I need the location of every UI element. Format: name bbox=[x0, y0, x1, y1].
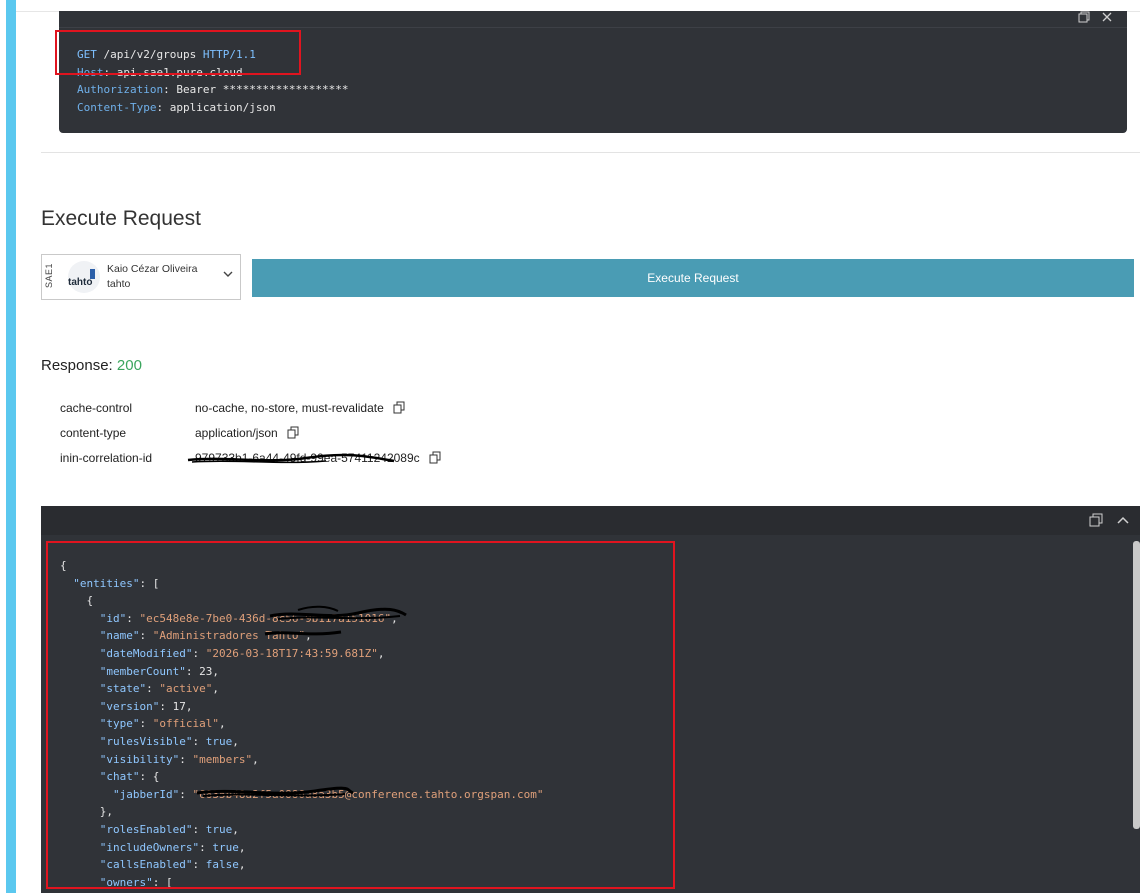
close-icon[interactable] bbox=[1101, 11, 1113, 23]
account-selector[interactable]: SAE1 tahto Kaio Cézar Oliveira tahto bbox=[41, 254, 241, 300]
chevron-down-icon bbox=[223, 271, 233, 277]
request-header-key: Content-Type bbox=[77, 100, 157, 114]
json-value: "official" bbox=[152, 717, 219, 731]
json-key: "visibility" bbox=[99, 752, 180, 766]
json-key: "dateModified" bbox=[99, 646, 193, 660]
response-header-text: no-cache, no-store, must-revalidate bbox=[195, 401, 384, 415]
response-header-key: content-type bbox=[60, 426, 127, 440]
request-path: /api/v2/groups bbox=[103, 48, 197, 61]
account-name: Kaio Cézar Oliveira bbox=[107, 263, 198, 275]
json-key: "entities" bbox=[73, 576, 140, 590]
request-header-key: Host bbox=[77, 65, 104, 79]
json-key: "chat" bbox=[99, 770, 140, 784]
json-value: "ec548e8e-7be0-436d-8c56-9b117a151016" bbox=[139, 611, 392, 625]
account-org: tahto bbox=[107, 278, 131, 290]
json-line: { bbox=[86, 594, 94, 608]
json-value: true bbox=[205, 822, 233, 836]
json-value: "active" bbox=[159, 682, 213, 696]
json-value: "Administradores Tahto" bbox=[152, 629, 306, 643]
json-key: "owners" bbox=[99, 875, 153, 889]
json-value: 17 bbox=[172, 699, 186, 713]
response-header-value: application/json bbox=[195, 426, 299, 440]
execute-request-button[interactable]: Execute Request bbox=[252, 259, 1134, 297]
json-value: "6835b48a2f5a0886a8a3b5@conference.tahto… bbox=[192, 787, 544, 801]
request-preview-panel: GET /api/v2/groups HTTP/1.1 Host: api.sa… bbox=[59, 11, 1127, 133]
copy-icon[interactable] bbox=[287, 426, 299, 439]
copy-icon[interactable] bbox=[1078, 11, 1090, 23]
json-value: 23 bbox=[199, 664, 213, 678]
request-header-value: Bearer ******************* bbox=[176, 83, 349, 96]
json-key: "version" bbox=[99, 699, 160, 713]
request-panel-separator bbox=[59, 27, 1127, 28]
copy-icon[interactable] bbox=[429, 451, 441, 464]
copy-icon[interactable] bbox=[1089, 513, 1103, 527]
request-header-key: Authorization bbox=[77, 83, 164, 96]
copy-icon[interactable] bbox=[393, 401, 405, 414]
request-header-value: api.sae1.pure.cloud bbox=[116, 65, 243, 79]
execute-heading: Execute Request bbox=[41, 207, 201, 230]
json-punct: : [ bbox=[139, 576, 160, 590]
request-header-value: application/json bbox=[169, 100, 276, 114]
json-key: "type" bbox=[99, 717, 140, 731]
json-key: "state" bbox=[99, 682, 147, 696]
json-line: { bbox=[60, 559, 67, 572]
response-status-code: 200 bbox=[116, 357, 142, 374]
left-accent-bar bbox=[6, 0, 16, 893]
request-text: GET /api/v2/groups HTTP/1.1 Host: api.sa… bbox=[77, 48, 349, 114]
json-value: "members" bbox=[192, 752, 253, 766]
json-key: "id" bbox=[99, 611, 127, 625]
response-status-line: Response: 200 bbox=[41, 357, 142, 374]
json-key: "jabberId" bbox=[112, 787, 180, 801]
response-json: { "entities": [ { "id": "ec548e8e-7be0-4… bbox=[60, 559, 544, 889]
response-header-text: application/json bbox=[195, 426, 278, 440]
request-method: GET bbox=[77, 48, 97, 61]
response-header-key: inin-correlation-id bbox=[60, 451, 153, 465]
json-punct: }, bbox=[99, 805, 113, 819]
response-header-key: cache-control bbox=[60, 401, 133, 415]
json-key: "memberCount" bbox=[99, 664, 186, 678]
request-panel-tools bbox=[1078, 9, 1113, 23]
response-label: Response: bbox=[41, 357, 113, 374]
chevron-up-icon[interactable] bbox=[1116, 513, 1130, 527]
response-header-value: no-cache, no-store, must-revalidate bbox=[195, 401, 405, 415]
json-value: "2026-03-18T17:43:59.681Z" bbox=[205, 646, 378, 660]
request-protocol: HTTP/1.1 bbox=[202, 48, 256, 61]
response-toolbar bbox=[41, 506, 1140, 535]
json-value: true bbox=[212, 840, 239, 854]
redaction-scribble bbox=[187, 453, 395, 464]
json-value: false bbox=[205, 858, 239, 872]
json-punct: : { bbox=[139, 770, 160, 784]
org-logo: tahto bbox=[68, 261, 100, 293]
org-logo-text: tahto bbox=[68, 277, 93, 288]
json-key: "callsEnabled" bbox=[99, 858, 193, 872]
json-key: "includeOwners" bbox=[99, 840, 200, 854]
json-key: "rolesEnabled" bbox=[99, 822, 193, 836]
json-punct: : [ bbox=[152, 875, 173, 889]
scrollbar-thumb[interactable] bbox=[1133, 541, 1140, 829]
section-divider bbox=[41, 152, 1140, 153]
json-value: true bbox=[205, 734, 233, 748]
account-region: SAE1 bbox=[44, 263, 54, 289]
json-key: "name" bbox=[99, 629, 140, 643]
json-key: "rulesVisible" bbox=[99, 734, 193, 748]
